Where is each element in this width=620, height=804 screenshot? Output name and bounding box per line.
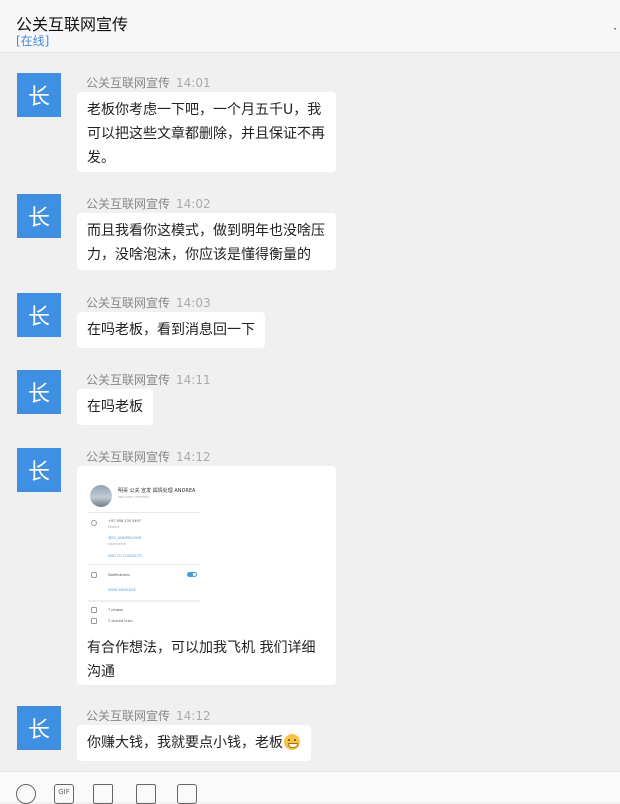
gif-icon[interactable]: GIF [54, 784, 74, 804]
message-line: 有合作想法，可以加我飞机 我们详细 [87, 640, 316, 656]
message-time: 14:03 [176, 296, 211, 310]
photos-count: 7 photos [108, 608, 124, 612]
sender-name: 公关互联网宣传 [86, 76, 171, 90]
message-text: 有合作想法，可以加我飞机 我们详细 沟通 [87, 636, 332, 684]
photos-icon [91, 607, 97, 613]
message-line: 力，没啥泡沫，你应该是懂得衡量的 [87, 247, 311, 263]
message-time: 14:01 [176, 76, 211, 90]
avatar[interactable]: 长 [17, 706, 61, 750]
message-line: 在吗老板，看到消息回一下 [87, 322, 255, 338]
bell-icon [91, 572, 97, 578]
notifications-label: Notifications [108, 573, 130, 577]
divider [88, 564, 200, 565]
message-meta: 公关互联网宣传 14:02 [86, 195, 211, 212]
send-message: SEND MESSAGE [108, 588, 136, 592]
message-line: 沟通 [87, 664, 115, 680]
message-time: 14:11 [176, 373, 211, 387]
image-icon[interactable] [93, 784, 113, 804]
message-time: 14:12 [176, 450, 211, 464]
message-line: 可以把这些文章都删除，并且保证不再 [87, 126, 325, 142]
sender-name: 公关互联网宣传 [86, 296, 171, 310]
divider [88, 600, 200, 602]
info-icon [91, 520, 97, 526]
avatar[interactable]: 长 [17, 293, 61, 337]
emoji-icon[interactable] [16, 784, 36, 804]
message-bubble[interactable]: 在吗老板 [77, 389, 153, 425]
link-icon [91, 618, 97, 624]
grinning-emoji-icon [284, 734, 300, 750]
avatar[interactable]: 长 [17, 448, 61, 492]
profile-phone-label: Mobile [108, 525, 120, 529]
profile-last-seen: last seen recently [118, 495, 150, 499]
shared-profile-screenshot[interactable]: 明哥 公关 宣发 舆情处理 ANDREA last seen recently … [88, 478, 200, 628]
sender-name: 公关互联网宣传 [86, 450, 171, 464]
profile-name: 明哥 公关 宣发 舆情处理 ANDREA [118, 488, 196, 494]
sender-name: 公关互联网宣传 [86, 373, 171, 387]
message-line: 老板你考虑一下吧，一个月五千U，我 [87, 102, 322, 118]
message-time: 14:02 [176, 197, 211, 211]
profile-phone: +97 958 135 5497 [108, 519, 141, 523]
shared-links-count: 2 shared links [108, 619, 133, 623]
avatar[interactable]: 长 [17, 73, 61, 117]
message-meta: 公关互联网宣传 14:03 [86, 294, 211, 311]
message-bubble[interactable]: 在吗老板，看到消息回一下 [77, 312, 265, 348]
video-icon[interactable] [177, 784, 197, 804]
message-time: 14:12 [176, 709, 211, 723]
message-line: 在吗老板 [87, 399, 143, 415]
message-bubble[interactable]: 老板你考虑一下吧，一个月五千U，我 可以把这些文章都删除，并且保证不再 发。 [77, 92, 336, 172]
message-meta: 公关互联网宣传 14:12 [86, 448, 211, 465]
message-meta: 公关互联网宣传 14:11 [86, 371, 211, 388]
sender-name: 公关互联网宣传 [86, 197, 171, 211]
message-meta: 公关互联网宣传 14:01 [86, 74, 211, 91]
profile-photo [90, 485, 112, 507]
profile-username-label: Username [108, 542, 126, 546]
message-line: 你赚大钱，我就要点小钱，老板 [87, 735, 283, 751]
avatar[interactable]: 长 [17, 370, 61, 414]
message-line: 而且我看你这模式，做到明年也没啥压 [87, 223, 325, 239]
message-bubble[interactable]: 而且我看你这模式，做到明年也没啥压 力，没啥泡沫，你应该是懂得衡量的 [77, 213, 336, 270]
online-status: [在线] [16, 34, 50, 48]
message-bubble[interactable]: 你赚大钱，我就要点小钱，老板 [77, 725, 311, 761]
more-options-icon[interactable]: · [613, 22, 617, 36]
avatar[interactable]: 长 [17, 194, 61, 238]
notifications-toggle [187, 572, 197, 577]
message-line: 发。 [87, 150, 115, 166]
add-to-contacts: ADD TO CONTACTS [108, 554, 142, 558]
file-icon[interactable] [136, 784, 156, 804]
message-meta: 公关互联网宣传 14:12 [86, 707, 211, 724]
input-toolbar: GIF [0, 771, 620, 804]
divider [88, 512, 200, 513]
chat-header: 公关互联网宣传 [在线] · [0, 0, 620, 53]
profile-username: @FU_ANDREA2008 [108, 536, 142, 540]
sender-name: 公关互联网宣传 [86, 709, 171, 723]
